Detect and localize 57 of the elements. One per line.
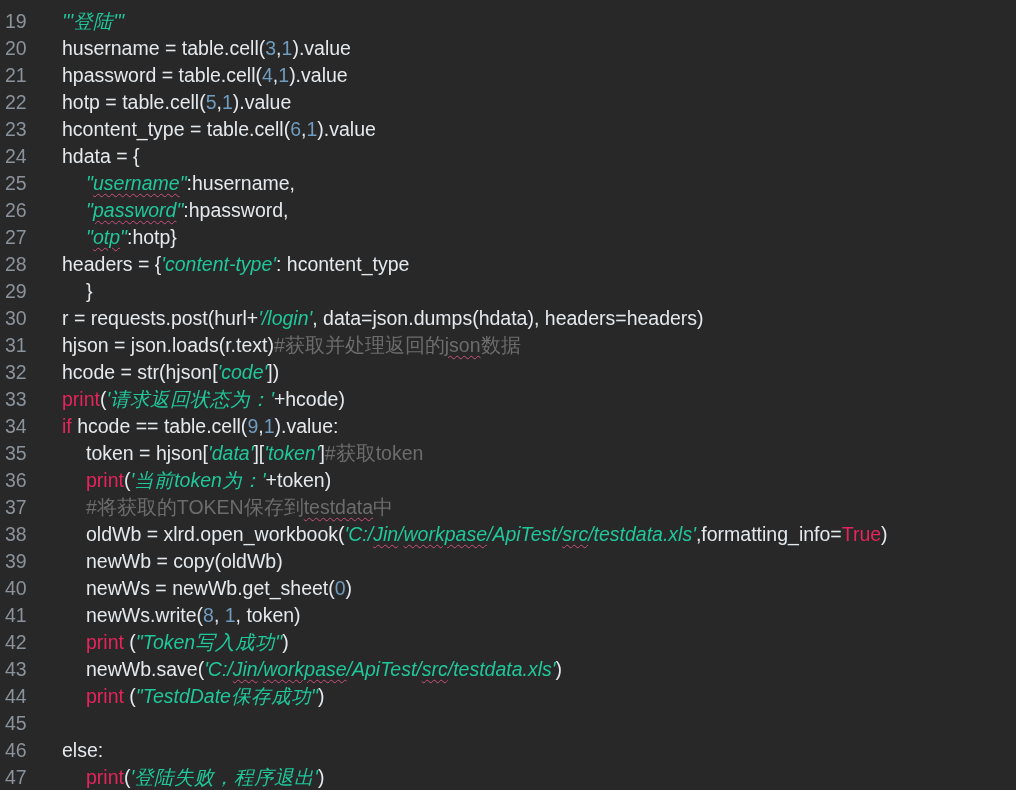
code-line: '''登陆''' [61, 9, 125, 34]
code-line: hpassword = table.cell(4,1).value [61, 64, 348, 87]
code-line: token = hjson['data']['token']#获取token [85, 441, 424, 466]
line-number: 47 [4, 766, 28, 789]
line-number: 40 [4, 577, 28, 600]
code-line: hcode = str(hjson['code']) [61, 361, 280, 384]
code-line: "otp":hotp} [85, 226, 177, 249]
code-line: newWs = newWb.get_sheet(0) [85, 577, 353, 600]
code-line: headers = {'content-type': hcontent_type [61, 253, 410, 276]
line-number: 23 [4, 118, 28, 141]
code-line: if hcode == table.cell(9,1).value: [61, 415, 339, 438]
line-number: 42 [4, 631, 28, 654]
line-number: 39 [4, 550, 28, 573]
code-line: "username":husername, [85, 172, 295, 195]
line-number: 45 [4, 712, 28, 735]
code-line: print('当前token为：'+token) [85, 468, 332, 493]
code-line: hcontent_type = table.cell(6,1).value [61, 118, 376, 141]
line-number: 44 [4, 685, 28, 708]
line-number: 31 [4, 334, 28, 357]
code-line: print ("TestdDate保存成功") [85, 684, 325, 709]
code-line: print ("Token写入成功") [85, 630, 289, 655]
line-number: 22 [4, 91, 28, 114]
code-line: #将获取的TOKEN保存到testdata中 [85, 495, 394, 520]
line-number: 33 [4, 388, 28, 411]
line-number: 30 [4, 307, 28, 330]
line-number: 32 [4, 361, 28, 384]
line-number: 24 [4, 145, 28, 168]
line-number: 37 [4, 496, 28, 519]
code-line: print('请求返回状态为：'+hcode) [61, 387, 345, 412]
line-number: 36 [4, 469, 28, 492]
line-number: 27 [4, 226, 28, 249]
line-number: 26 [4, 199, 28, 222]
code-line: r = requests.post(hurl+'/login', data=json.dumps(hdata), headers=headers) [61, 307, 704, 330]
line-number: 21 [4, 64, 28, 87]
line-number: 43 [4, 658, 28, 681]
code-line: newWs.write(8, 1, token) [85, 604, 301, 627]
line-number: 35 [4, 442, 28, 465]
line-number: 46 [4, 739, 28, 762]
code-line: } [85, 280, 93, 303]
line-number: 41 [4, 604, 28, 627]
line-number: 34 [4, 415, 28, 438]
code-line: print('登陆失败，程序退出') [85, 765, 325, 790]
code-line: "password":hpassword, [85, 199, 289, 222]
line-number: 29 [4, 280, 28, 303]
code-line: newWb.save('C:/Jin/workpase/ApiTest/src/testdata.xls') [85, 658, 563, 681]
line-number: 25 [4, 172, 28, 195]
code-line: hotp = table.cell(5,1).value [61, 91, 292, 114]
line-number: 28 [4, 253, 28, 276]
code-line: hjson = json.loads(r.text)#获取并处理返回的json数据 [61, 333, 521, 358]
line-number: 38 [4, 523, 28, 546]
code-line: oldWb = xlrd.open_workbook('C:/Jin/workpase/ApiTest/src/testdata.xls',formatting_info=True) [85, 523, 888, 546]
code-line: husername = table.cell(3,1).value [61, 37, 351, 60]
code-line: newWb = copy(oldWb) [85, 550, 283, 573]
line-number: 20 [4, 37, 28, 60]
line-number: 19 [4, 10, 28, 33]
code-line: hdata = { [61, 145, 140, 168]
code-line: else: [61, 739, 104, 762]
